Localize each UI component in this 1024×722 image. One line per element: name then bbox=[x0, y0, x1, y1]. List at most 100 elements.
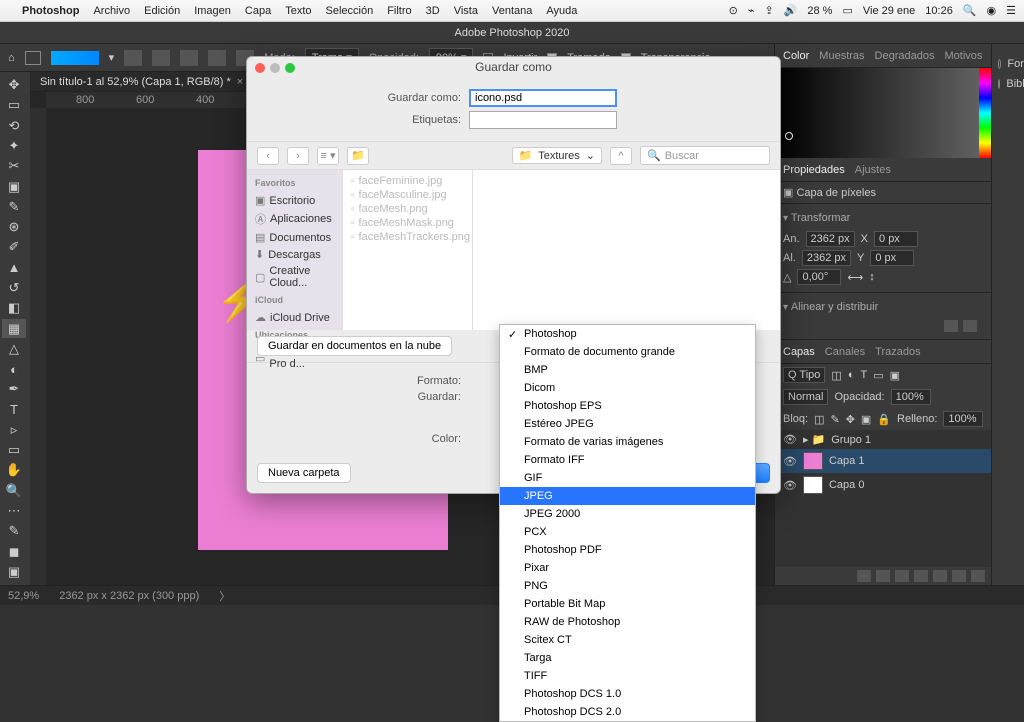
format-option[interactable]: Photoshop bbox=[500, 325, 755, 343]
menu-3d[interactable]: 3D bbox=[426, 5, 440, 17]
menu-capa[interactable]: Capa bbox=[245, 5, 271, 17]
sidebar-escritorio[interactable]: ▣Escritorio bbox=[247, 192, 342, 209]
notif-icon[interactable]: ☰ bbox=[1006, 4, 1016, 17]
tab-trazados[interactable]: Trazados bbox=[875, 346, 920, 358]
link-icon[interactable] bbox=[857, 570, 871, 582]
wand-tool[interactable]: ✦ bbox=[2, 137, 26, 155]
format-option[interactable]: Pixar bbox=[500, 559, 755, 577]
width-field[interactable]: 2362 px bbox=[806, 231, 855, 247]
file-item[interactable]: ▫ faceMesh.png bbox=[343, 202, 472, 216]
format-option[interactable]: GIF bbox=[500, 469, 755, 487]
lasso-tool[interactable]: ⟲ bbox=[2, 117, 26, 135]
filter-icon[interactable]: ◫ bbox=[831, 369, 841, 382]
menu-texto[interactable]: Texto bbox=[285, 5, 311, 17]
lock-icon[interactable]: ✥ bbox=[846, 413, 855, 426]
tab-capas[interactable]: Capas bbox=[783, 346, 815, 358]
adj-icon[interactable] bbox=[914, 570, 928, 582]
stamp-tool[interactable]: ▲ bbox=[2, 259, 26, 277]
fx-icon[interactable] bbox=[876, 570, 890, 582]
shape-tool[interactable]: ▭ bbox=[2, 441, 26, 459]
doc-tab-1[interactable]: Sin título-1 al 52,9% (Capa 1, RGB/8) *× bbox=[30, 72, 253, 92]
edit-toolbar-icon[interactable]: ✎ bbox=[2, 522, 26, 540]
menu-ventana[interactable]: Ventana bbox=[492, 5, 532, 17]
align-icon[interactable] bbox=[963, 320, 977, 332]
date[interactable]: Vie 29 ene bbox=[863, 5, 915, 17]
app-menu[interactable]: Photoshop bbox=[22, 5, 79, 17]
move-tool[interactable]: ✥ bbox=[2, 76, 26, 94]
x-field[interactable]: 0 px bbox=[874, 231, 918, 247]
heal-tool[interactable]: ⊛ bbox=[2, 218, 26, 236]
siri-icon[interactable]: ◉ bbox=[987, 4, 997, 17]
format-option[interactable]: TIFF bbox=[500, 667, 755, 685]
close-icon[interactable]: × bbox=[237, 76, 243, 88]
tab-color[interactable]: Color bbox=[783, 50, 809, 62]
trash-icon[interactable] bbox=[971, 570, 985, 582]
file-item[interactable]: ▫ faceMeshMask.png bbox=[343, 216, 472, 230]
format-option[interactable]: Photoshop EPS bbox=[500, 397, 755, 415]
color-picker[interactable] bbox=[775, 68, 991, 158]
sidebar-descargas[interactable]: ⬇Descargas bbox=[247, 246, 342, 263]
filter-icon[interactable]: ◐ bbox=[848, 369, 855, 381]
brush-tool[interactable]: ✐ bbox=[2, 238, 26, 256]
grad-angle-icon[interactable] bbox=[180, 50, 198, 66]
bluetooth-icon[interactable]: ⌁ bbox=[748, 4, 755, 17]
y-field[interactable]: 0 px bbox=[870, 250, 914, 266]
dropdown-icon[interactable]: ▾ bbox=[109, 51, 115, 64]
sidebar-aplicaciones[interactable]: ⒶAplicaciones bbox=[247, 209, 342, 229]
lock-icon[interactable]: ◫ bbox=[814, 413, 824, 426]
marquee-tool[interactable]: ▭ bbox=[2, 96, 26, 114]
picker-handle[interactable] bbox=[785, 132, 793, 140]
filter-kind[interactable]: Q Tipo bbox=[783, 367, 825, 383]
status-icon[interactable]: ⊙ bbox=[729, 4, 738, 17]
menu-imagen[interactable]: Imagen bbox=[194, 5, 231, 17]
panel-bibliotecas[interactable]: Bibliotecas bbox=[998, 78, 1024, 90]
forward-button[interactable]: › bbox=[287, 147, 309, 165]
file-item[interactable]: ▫ faceMasculine.jpg bbox=[343, 188, 472, 202]
layer-thumb[interactable] bbox=[803, 452, 823, 470]
gradient-tool[interactable]: ▦ bbox=[2, 319, 26, 337]
layer-group[interactable]: 👁▸ 📁Grupo 1 bbox=[775, 430, 991, 449]
type-tool[interactable]: T bbox=[2, 401, 26, 419]
format-option[interactable]: Formato de documento grande bbox=[500, 343, 755, 361]
grad-linear-icon[interactable] bbox=[124, 50, 142, 66]
pen-tool[interactable]: ✒ bbox=[2, 380, 26, 398]
menu-filtro[interactable]: Filtro bbox=[387, 5, 411, 17]
new-folder-button[interactable]: Nueva carpeta bbox=[257, 463, 351, 483]
dims-status[interactable]: 2362 px x 2362 px (300 ppp) bbox=[59, 590, 199, 602]
volume-icon[interactable]: 🔊 bbox=[784, 4, 798, 17]
blend-mode-select[interactable]: Normal bbox=[783, 389, 828, 405]
panel-formacion[interactable]: Formación bbox=[998, 58, 1024, 70]
menu-vista[interactable]: Vista bbox=[454, 5, 478, 17]
format-option[interactable]: Scitex CT bbox=[500, 631, 755, 649]
menu-ayuda[interactable]: Ayuda bbox=[546, 5, 577, 17]
layer-item[interactable]: 👁Capa 0 bbox=[775, 473, 991, 497]
eyedropper-tool[interactable]: ✎ bbox=[2, 198, 26, 216]
format-option[interactable]: JPEG bbox=[500, 487, 755, 505]
zoom-status[interactable]: 52,9% bbox=[8, 590, 39, 602]
crop-tool[interactable]: ✂ bbox=[2, 157, 26, 175]
lock-icon[interactable]: 🔒 bbox=[877, 413, 891, 426]
back-button[interactable]: ‹ bbox=[257, 147, 279, 165]
filter-icon[interactable]: ▣ bbox=[890, 369, 900, 382]
group-icon[interactable] bbox=[933, 570, 947, 582]
visibility-icon[interactable]: 👁 bbox=[783, 479, 797, 492]
lock-icon[interactable]: ▣ bbox=[861, 413, 871, 426]
format-option[interactable]: BMP bbox=[500, 361, 755, 379]
mask-icon[interactable] bbox=[895, 570, 909, 582]
format-option[interactable]: PCX bbox=[500, 523, 755, 541]
tab-motivos[interactable]: Motivos bbox=[944, 50, 982, 62]
sidebar-icloud-drive[interactable]: ☁iCloud Drive bbox=[247, 309, 342, 326]
blur-tool[interactable]: △ bbox=[2, 340, 26, 358]
format-option[interactable]: Formato IFF bbox=[500, 451, 755, 469]
tab-ajustes[interactable]: Ajustes bbox=[855, 164, 891, 176]
hand-tool[interactable]: ✋ bbox=[2, 461, 26, 479]
new-layer-icon[interactable] bbox=[952, 570, 966, 582]
more-icon[interactable]: ⋯ bbox=[2, 502, 26, 520]
filter-icon[interactable]: T bbox=[860, 369, 867, 381]
gradient-swatch[interactable] bbox=[51, 51, 99, 65]
menu-seleccion[interactable]: Selección bbox=[326, 5, 374, 17]
zoom-window-icon[interactable] bbox=[285, 63, 295, 73]
format-option[interactable]: JPEG 2000 bbox=[500, 505, 755, 523]
folder-icon[interactable]: 📁 bbox=[347, 147, 369, 165]
zoom-tool[interactable]: 🔍 bbox=[2, 482, 26, 500]
